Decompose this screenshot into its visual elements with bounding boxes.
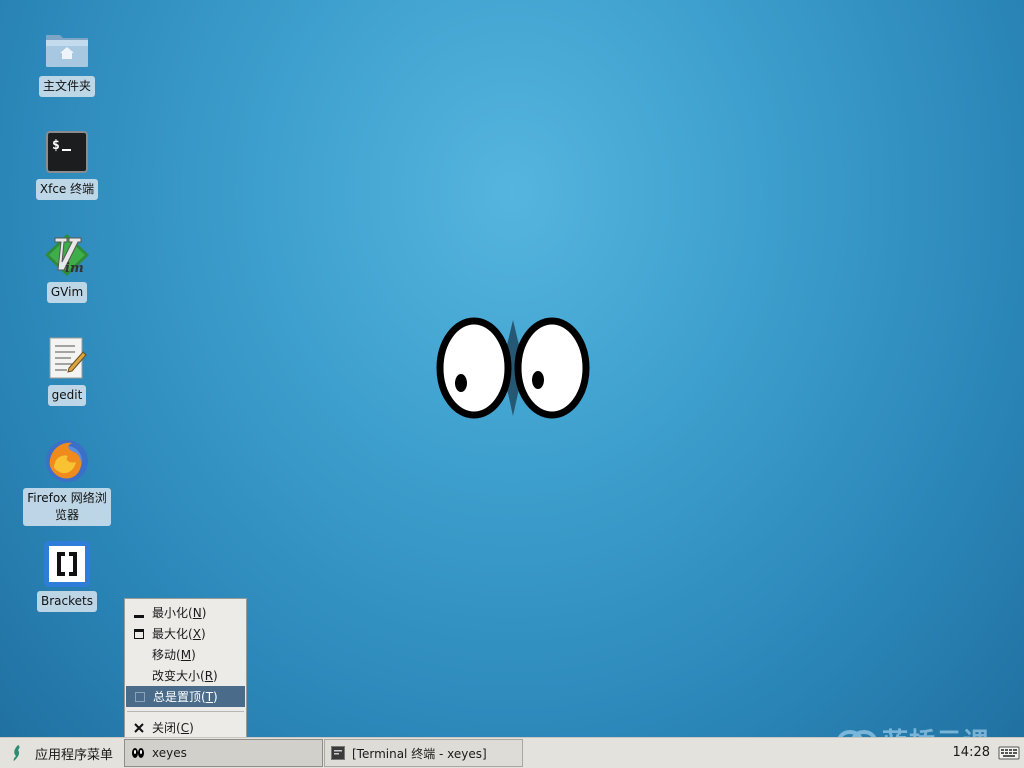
left-eye [436,317,512,419]
gvim-icon: im [43,231,91,279]
checkbox-icon [134,691,146,703]
text-editor-icon [43,334,91,382]
home-folder-icon [43,25,91,73]
xeyes-window[interactable] [436,316,590,420]
menu-item-close[interactable]: 关闭(C) [125,717,246,738]
menu-mnemonic: T [205,689,214,704]
menu-item-label: 移动 [152,648,177,662]
menu-mnemonic: N [192,605,202,620]
svg-text:im: im [65,261,84,276]
desktop-icon-gvim[interactable]: im GVim [17,231,117,303]
desktop-icon-firefox[interactable]: Firefox 网络浏览器 [17,437,117,526]
desktop-icon-terminal[interactable]: $ Xfce 终端 [17,128,117,200]
taskbar: 应用程序菜单 xeyes [Terminal 终端 - xeyes] 14:28 [0,737,1024,768]
menu-item-label: 最小化 [152,606,189,620]
menu-item-minimize[interactable]: 最小化(N) [125,602,246,623]
applications-menu-button[interactable]: 应用程序菜单 [0,739,121,768]
clock[interactable]: 14:28 [953,745,990,760]
desktop-icon-label: gedit [47,385,87,406]
menu-mnemonic: C [180,720,190,735]
xeyes-icon [131,746,145,760]
terminal-icon: $ [43,128,91,176]
right-pupil [532,371,544,389]
right-eye [514,317,590,419]
firefox-icon [43,437,91,485]
desktop-icon-gedit[interactable]: gedit [17,334,117,406]
menu-item-maximize[interactable]: 最大化(X) [125,623,246,644]
keyboard-icon[interactable] [998,744,1020,762]
menu-item-move[interactable]: 移动(M) [125,644,246,665]
svg-text:$: $ [52,138,60,153]
desktop-icon-label: GVim [46,282,88,303]
menu-mnemonic: R [204,668,214,683]
minimize-icon [133,607,145,619]
desktop-icon-label: 主文件夹 [38,76,95,97]
terminal-icon [331,746,345,760]
taskbar-button-label: [Terminal 终端 - xeyes] [352,746,487,761]
menu-item-always-on-top[interactable]: 总是置顶(T) [126,686,245,707]
desktop-icon-home-folder[interactable]: 主文件夹 [17,25,117,97]
maximize-icon [133,628,145,640]
brackets-icon [43,540,91,588]
menu-mnemonic: M [180,647,192,662]
menu-item-resize[interactable]: 改变大小(R) [125,665,246,686]
menu-mnemonic: X [192,626,201,641]
menu-item-label: 最大化 [152,627,189,641]
menu-item-label: 总是置顶 [153,690,202,704]
desktop-icon-label: Xfce 终端 [35,179,99,200]
close-icon [133,722,145,734]
taskbar-button-terminal[interactable]: [Terminal 终端 - xeyes] [324,739,523,767]
left-pupil [455,374,467,392]
desktop-icon-label: Firefox 网络浏览器 [23,488,111,526]
applications-menu-label: 应用程序菜单 [35,747,114,763]
taskbar-button-xeyes[interactable]: xeyes [124,739,323,767]
desktop-icon-label: Brackets [37,591,97,612]
menu-separator [127,711,244,712]
taskbar-button-label: xeyes [152,746,187,760]
xfce-logo-icon [13,745,20,761]
desktop-icon-brackets[interactable]: Brackets [17,540,117,612]
menu-item-label: 关闭 [152,721,177,735]
window-operations-menu: 最小化(N) 最大化(X) 移动(M) 改变大小(R) 总是置顶(T) 关闭(C… [124,598,247,738]
menu-item-label: 改变大小 [152,669,201,683]
